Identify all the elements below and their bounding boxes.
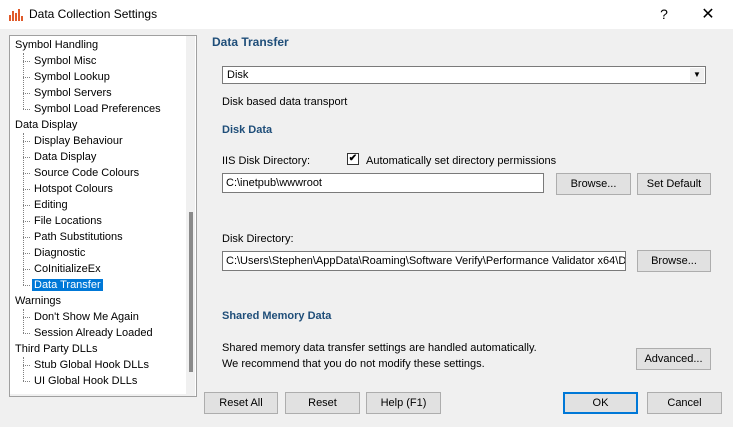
tree-connector [23,253,30,254]
shared-memory-note-2: We recommend that you do not modify thes… [222,358,485,370]
disk-directory-input[interactable]: C:\Users\Stephen\AppData\Roaming\Softwar… [222,251,626,271]
tree-item[interactable]: Editing [32,197,70,213]
tree-item[interactable]: Symbol Load Preferences [32,101,163,117]
chevron-down-icon[interactable]: ▼ [690,68,704,82]
tree-item-label: File Locations [34,215,102,227]
tree-item[interactable]: Symbol Lookup [32,69,112,85]
iis-directory-input[interactable]: C:\inetpub\wwwroot [222,173,544,193]
cancel-button[interactable]: Cancel [647,392,722,414]
tree-group[interactable]: Symbol Handling [13,37,100,53]
tree-connector [23,141,30,142]
tree-group[interactable]: Warnings [13,293,63,309]
section-heading-shared-memory: Shared Memory Data [222,310,332,322]
close-button[interactable]: ✕ [686,0,730,29]
tree-item[interactable]: UI Global Hook DLLs [32,373,139,389]
tree-item-label: Source Code Colours [34,167,140,179]
tree-item[interactable]: Path Substitutions [32,229,125,245]
tree-connector [23,77,30,78]
tree-connector [23,53,24,109]
section-heading-disk-data: Disk Data [222,124,273,136]
tree-item-label: UI Global Hook DLLs [34,375,138,387]
tree-item-label: Symbol Lookup [34,71,110,83]
iis-browse-button[interactable]: Browse... [556,173,631,195]
help-title-button[interactable]: ? [642,0,686,29]
tree-item[interactable]: Session Already Loaded [32,325,155,341]
shared-memory-note-1: Shared memory data transfer settings are… [222,342,537,354]
tree-horizontal-scrollbar[interactable] [10,394,195,396]
disk-directory-label: Disk Directory: [222,233,294,245]
tree-item-label: Don't Show Me Again [34,311,139,323]
tree-connector [23,93,30,94]
tree-item-label: Symbol Servers [34,87,112,99]
tree-item-label: Data Display [15,119,78,131]
transport-select-value: Disk [227,69,249,81]
ok-button[interactable]: OK [563,392,638,414]
disk-browse-button[interactable]: Browse... [637,250,711,272]
auto-permissions-label[interactable]: Automatically set directory permissions [366,155,556,167]
tree-connector [23,285,30,286]
tree-item[interactable]: Data Display [32,149,98,165]
tree-item[interactable]: Display Behaviour [32,133,125,149]
tree-item-label: Stub Global Hook DLLs [34,359,149,371]
tree-connector [23,133,24,285]
tree-item-label: Editing [34,199,68,211]
tree-connector [23,365,30,366]
section-heading-data-transfer: Data Transfer [212,35,289,49]
tree-connector [23,269,30,270]
tree-item-label: Path Substitutions [34,231,123,243]
tree-connector [23,381,30,382]
tree-item-label: Symbol Handling [15,39,99,51]
tree-item-label: Symbol Load Preferences [34,103,161,115]
tree-item-label: Third Party DLLs [15,343,98,355]
iis-directory-label: IIS Disk Directory: [222,155,311,167]
title-bar: Data Collection Settings ? ✕ [0,0,733,29]
tree-item[interactable]: Don't Show Me Again [32,309,141,325]
advanced-button[interactable]: Advanced... [636,348,711,370]
tree-connector [23,205,30,206]
tree-item[interactable]: File Locations [32,213,104,229]
help-button[interactable]: Help (F1) [366,392,441,414]
reset-button[interactable]: Reset [285,392,360,414]
tree-item[interactable]: CoInitializeEx [32,261,103,277]
tree-item-label: Display Behaviour [34,135,123,147]
window-title: Data Collection Settings [29,7,158,21]
app-icon [9,9,23,21]
tree-vertical-scroll-thumb[interactable] [189,212,193,372]
tree-item[interactable]: Source Code Colours [32,165,141,181]
tree-connector [23,221,30,222]
set-default-button[interactable]: Set Default [637,173,711,195]
tree-item[interactable]: Hotspot Colours [32,181,115,197]
tree-item-label: Diagnostic [34,247,86,259]
tree-item[interactable]: Symbol Servers [32,85,114,101]
tree-item[interactable]: Diagnostic [32,245,87,261]
tree-connector [23,333,30,334]
tree-connector [23,173,30,174]
tree-connector [23,237,30,238]
tree-group[interactable]: Data Display [13,117,79,133]
tree-connector [23,309,24,333]
tree-connector [23,61,30,62]
tree-group[interactable]: Third Party DLLs [13,341,100,357]
tree-item-label: Warnings [15,295,62,307]
transport-description: Disk based data transport [222,96,348,108]
tree-connector [23,157,30,158]
settings-tree[interactable]: Symbol Handling Symbol Misc Symbol Lookup S… [9,35,197,397]
tree-connector [23,317,30,318]
tree-vertical-scrollbar[interactable] [186,36,195,394]
tree-connector [23,357,24,381]
transport-select[interactable]: Disk ▼ [222,66,706,84]
tree-item-label: Data Display [34,151,97,163]
reset-all-button[interactable]: Reset All [204,392,278,414]
tree-item-label: Session Already Loaded [34,327,153,339]
tree-item[interactable]: Data Transfer [32,277,103,293]
tree-item-label: Data Transfer [32,279,103,291]
auto-permissions-checkbox[interactable]: ✔ [347,153,359,165]
tree-item-label: CoInitializeEx [34,263,101,275]
tree-connector [23,109,30,110]
tree-item[interactable]: Symbol Misc [32,53,98,69]
tree-item-label: Symbol Misc [34,55,97,67]
tree-connector [23,189,30,190]
tree-item-label: Hotspot Colours [34,183,113,195]
tree-item[interactable]: Stub Global Hook DLLs [32,357,151,373]
